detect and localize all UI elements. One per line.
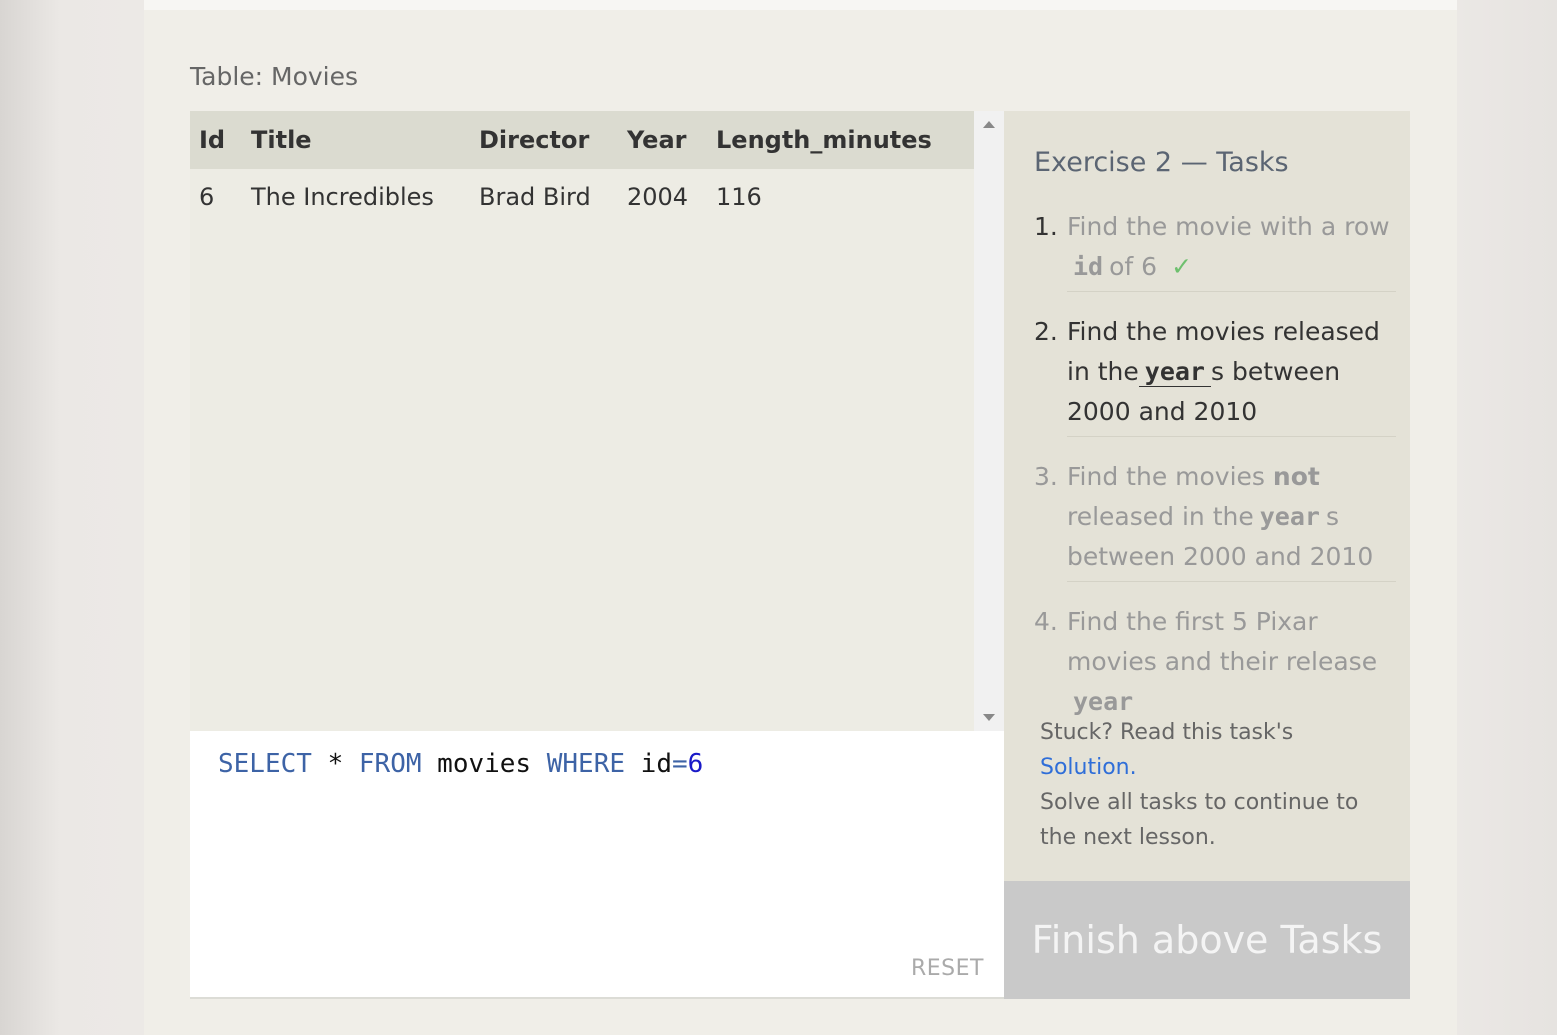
table-header-row: Id Title Director Year Length_minutes (190, 111, 974, 169)
tasks-title: Exercise 2 — Tasks (1034, 147, 1289, 178)
task-text-part: Find the movies (1067, 462, 1265, 491)
task-text: Find the movies released in the year s bet… (1067, 312, 1396, 437)
checkmark-icon: ✓ (1171, 252, 1193, 281)
task-bold-text: not (1272, 462, 1320, 491)
sql-keyword-from: FROM (358, 749, 422, 779)
column-header-length-minutes: Length_minutes (716, 126, 932, 154)
sql-keyword-where: WHERE (546, 749, 626, 779)
reset-button[interactable]: RESET (911, 956, 984, 981)
task-text-part: Find the first 5 Pixar movies and their … (1067, 607, 1378, 676)
task-text-part: Find the movie with a row (1067, 212, 1390, 241)
cell-length-minutes: 116 (716, 183, 762, 211)
task-text: Find the first 5 Pixar movies and their … (1067, 602, 1396, 726)
task-code: id (1073, 252, 1104, 281)
sql-code[interactable]: SELECT * FROM movies WHERE id=6 (218, 749, 703, 779)
sql-operator: = (672, 749, 688, 779)
task-code: year (1073, 687, 1134, 716)
task-code: year (1138, 357, 1211, 387)
finish-tasks-button[interactable]: Finish above Tasks (1004, 881, 1410, 999)
scroll-down-arrow-icon[interactable] (983, 714, 995, 721)
task-text: Find the movies not released in the year s… (1067, 457, 1396, 582)
results-table: Id Title Director Year Length_minutes 6 … (190, 111, 974, 225)
exercise-panel: Table: Movies Id Title Director Year Len… (144, 0, 1457, 1035)
sql-keyword-select: SELECT (218, 749, 312, 779)
sql-number: 6 (687, 749, 704, 779)
table-row: 6 The Incredibles Brad Bird 2004 116 (190, 169, 974, 225)
task-number: 2. (1034, 317, 1058, 346)
hint-text: Stuck? Read this task's Solution. Solve … (1040, 715, 1380, 855)
task-text-part: of 6 (1109, 252, 1158, 281)
scroll-up-arrow-icon[interactable] (983, 121, 995, 128)
sql-star: * (311, 749, 359, 779)
column-header-year: Year (627, 126, 687, 154)
panel-top-bar (144, 0, 1457, 10)
task-number: 3. (1034, 462, 1058, 491)
task-number: 4. (1034, 607, 1058, 636)
task-number: 1. (1034, 212, 1058, 241)
column-header-title: Title (251, 126, 312, 154)
sql-table-name: movies (421, 749, 547, 779)
task-item-1: 1. Find the movie with a row id of 6 ✓ (1034, 207, 1396, 300)
task-code: year (1259, 502, 1320, 531)
task-item-3: 3. Find the movies not released in the ye… (1034, 457, 1396, 590)
task-list: 1. Find the movie with a row id of 6 ✓ 2. F… (1034, 207, 1396, 746)
task-item-2: 2. Find the movies released in the year s … (1034, 312, 1396, 445)
cell-year: 2004 (627, 183, 689, 211)
tasks-sidebar: Exercise 2 — Tasks 1. Find the movie wit… (1004, 111, 1410, 881)
results-scrollbar[interactable] (974, 111, 1004, 731)
cell-title: The Incredibles (251, 183, 434, 211)
cell-director: Brad Bird (479, 183, 591, 211)
table-caption: Table: Movies (190, 62, 359, 91)
sql-query-editor[interactable]: SELECT * FROM movies WHERE id=6 RESET (190, 731, 1004, 999)
hint-suffix: Solve all tasks to continue to the next … (1040, 790, 1359, 850)
hint-prefix: Stuck? Read this task's (1040, 720, 1294, 745)
task-text-part: released in the (1067, 502, 1254, 531)
solution-link[interactable]: Solution. (1040, 755, 1137, 780)
results-table-container: Id Title Director Year Length_minutes 6 … (190, 111, 974, 731)
task-text: Find the movie with a row id of 6 ✓ (1067, 207, 1396, 292)
column-header-id: Id (199, 126, 226, 154)
sql-column-name: id (625, 749, 672, 779)
column-header-director: Director (479, 126, 590, 154)
page-background-right (1457, 0, 1557, 1035)
cell-id: 6 (199, 183, 215, 211)
